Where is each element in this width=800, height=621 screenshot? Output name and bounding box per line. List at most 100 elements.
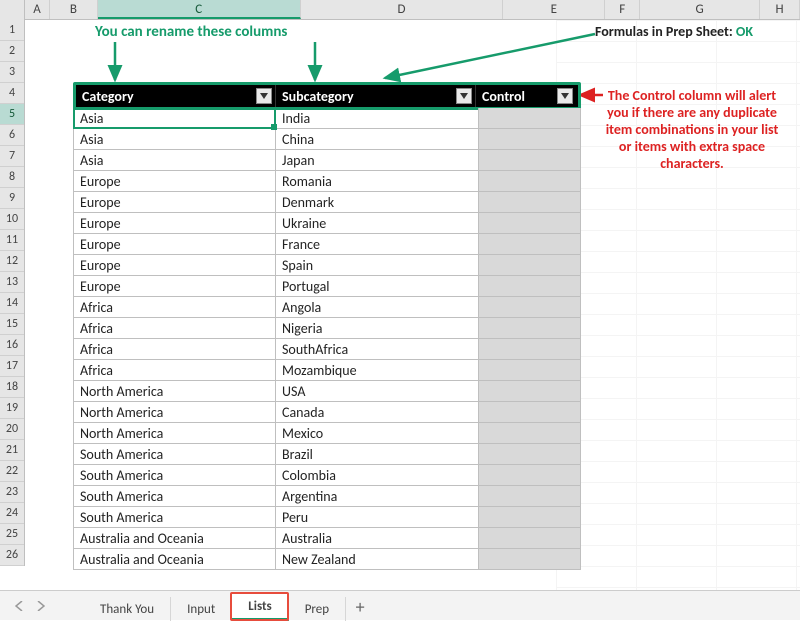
cell-subcategory[interactable]: Mexico <box>276 423 479 444</box>
filter-button-control[interactable] <box>557 88 573 104</box>
row-header-19[interactable]: 19 <box>0 398 24 419</box>
cell-control[interactable] <box>479 423 581 444</box>
cell-category[interactable]: Europe <box>73 255 276 276</box>
column-header-subcategory[interactable]: Subcategory <box>276 85 476 107</box>
cell-subcategory[interactable]: Peru <box>276 507 479 528</box>
cell-control[interactable] <box>479 129 581 150</box>
table-row[interactable]: South AmericaArgentina <box>73 486 581 507</box>
cell-control[interactable] <box>479 549 581 570</box>
cell-control[interactable] <box>479 255 581 276</box>
cell-subcategory[interactable]: Brazil <box>276 444 479 465</box>
row-header-5[interactable]: 5 <box>0 104 24 125</box>
cell-subcategory[interactable]: New Zealand <box>276 549 479 570</box>
row-header-17[interactable]: 17 <box>0 356 24 377</box>
row-header-10[interactable]: 10 <box>0 209 24 230</box>
filter-button-subcategory[interactable] <box>456 88 472 104</box>
cell-subcategory[interactable]: Nigeria <box>276 318 479 339</box>
cell-category[interactable]: Europe <box>73 171 276 192</box>
cell-category[interactable]: Europe <box>73 213 276 234</box>
cell-category[interactable]: South America <box>73 507 276 528</box>
row-header-18[interactable]: 18 <box>0 377 24 398</box>
cell-subcategory[interactable]: Portugal <box>276 276 479 297</box>
column-header-category[interactable]: Category <box>76 85 276 107</box>
cell-subcategory[interactable]: Spain <box>276 255 479 276</box>
col-header-E[interactable]: E <box>503 0 605 19</box>
cell-category[interactable]: South America <box>73 444 276 465</box>
cell-control[interactable] <box>479 192 581 213</box>
row-header-22[interactable]: 22 <box>0 461 24 482</box>
cell-control[interactable] <box>479 171 581 192</box>
select-all-corner[interactable] <box>0 0 25 20</box>
row-header-9[interactable]: 9 <box>0 188 24 209</box>
cell-category[interactable]: North America <box>73 402 276 423</box>
cell-subcategory[interactable]: Australia <box>276 528 479 549</box>
row-header-12[interactable]: 12 <box>0 251 24 272</box>
cell-control[interactable] <box>479 444 581 465</box>
table-row[interactable]: AfricaSouthAfrica <box>73 339 581 360</box>
col-header-H[interactable]: H <box>760 0 800 19</box>
cell-subcategory[interactable]: China <box>276 129 479 150</box>
sheet-tab-thank-you[interactable]: Thank You <box>84 597 171 621</box>
cell-control[interactable] <box>479 213 581 234</box>
cell-category[interactable]: Africa <box>73 318 276 339</box>
cell-category[interactable]: North America <box>73 423 276 444</box>
row-header-6[interactable]: 6 <box>0 125 24 146</box>
cell-category[interactable]: Asia <box>73 108 276 129</box>
cell-subcategory[interactable]: Ukraine <box>276 213 479 234</box>
table-row[interactable]: AsiaChina <box>73 129 581 150</box>
cell-control[interactable] <box>479 486 581 507</box>
col-header-B[interactable]: B <box>50 0 98 19</box>
row-header-13[interactable]: 13 <box>0 272 24 293</box>
sheet-tab-prep[interactable]: Prep <box>289 597 346 621</box>
worksheet-grid[interactable]: You can rename these columns Formulas in… <box>25 20 800 590</box>
cell-category[interactable]: Europe <box>73 192 276 213</box>
cell-subcategory[interactable]: Canada <box>276 402 479 423</box>
cell-subcategory[interactable]: Romania <box>276 171 479 192</box>
cell-control[interactable] <box>479 150 581 171</box>
cell-category[interactable]: Africa <box>73 297 276 318</box>
cell-control[interactable] <box>479 276 581 297</box>
col-header-F[interactable]: F <box>605 0 640 19</box>
table-row[interactable]: EuropePortugal <box>73 276 581 297</box>
row-header-25[interactable]: 25 <box>0 524 24 545</box>
column-header-control[interactable]: Control <box>476 85 576 107</box>
cell-control[interactable] <box>479 528 581 549</box>
table-body[interactable]: AsiaIndiaAsiaChinaAsiaJapanEuropeRomania… <box>73 108 581 570</box>
row-header-8[interactable]: 8 <box>0 167 24 188</box>
row-header-26[interactable]: 26 <box>0 545 24 566</box>
row-header-1[interactable]: 1 <box>0 20 24 41</box>
table-row[interactable]: North AmericaCanada <box>73 402 581 423</box>
table-row[interactable]: AsiaJapan <box>73 150 581 171</box>
tab-nav-prev[interactable] <box>10 597 28 615</box>
row-header-15[interactable]: 15 <box>0 314 24 335</box>
table-row[interactable]: AfricaAngola <box>73 297 581 318</box>
table-row[interactable]: EuropeSpain <box>73 255 581 276</box>
table-row[interactable]: AsiaIndia <box>73 108 581 129</box>
cell-subcategory[interactable]: India <box>276 108 479 129</box>
table-row[interactable]: EuropeFrance <box>73 234 581 255</box>
cell-control[interactable] <box>479 234 581 255</box>
cell-category[interactable]: Africa <box>73 339 276 360</box>
cell-category[interactable]: Europe <box>73 276 276 297</box>
row-header-20[interactable]: 20 <box>0 419 24 440</box>
table-row[interactable]: South AmericaPeru <box>73 507 581 528</box>
cell-control[interactable] <box>479 402 581 423</box>
sheet-tab-lists[interactable]: Lists <box>232 594 288 621</box>
cell-control[interactable] <box>479 381 581 402</box>
cell-subcategory[interactable]: Japan <box>276 150 479 171</box>
row-header-11[interactable]: 11 <box>0 230 24 251</box>
cell-control[interactable] <box>479 465 581 486</box>
cell-control[interactable] <box>479 507 581 528</box>
cell-category[interactable]: Europe <box>73 234 276 255</box>
col-header-A[interactable]: A <box>25 0 50 19</box>
row-header-2[interactable]: 2 <box>0 41 24 62</box>
cell-subcategory[interactable]: Colombia <box>276 465 479 486</box>
table-row[interactable]: AfricaMozambique <box>73 360 581 381</box>
table-row[interactable]: North AmericaMexico <box>73 423 581 444</box>
table-row[interactable]: Australia and OceaniaAustralia <box>73 528 581 549</box>
table-row[interactable]: EuropeDenmark <box>73 192 581 213</box>
row-header-23[interactable]: 23 <box>0 482 24 503</box>
sheet-tab-input[interactable]: Input <box>171 597 232 621</box>
row-header-16[interactable]: 16 <box>0 335 24 356</box>
table-row[interactable]: AfricaNigeria <box>73 318 581 339</box>
